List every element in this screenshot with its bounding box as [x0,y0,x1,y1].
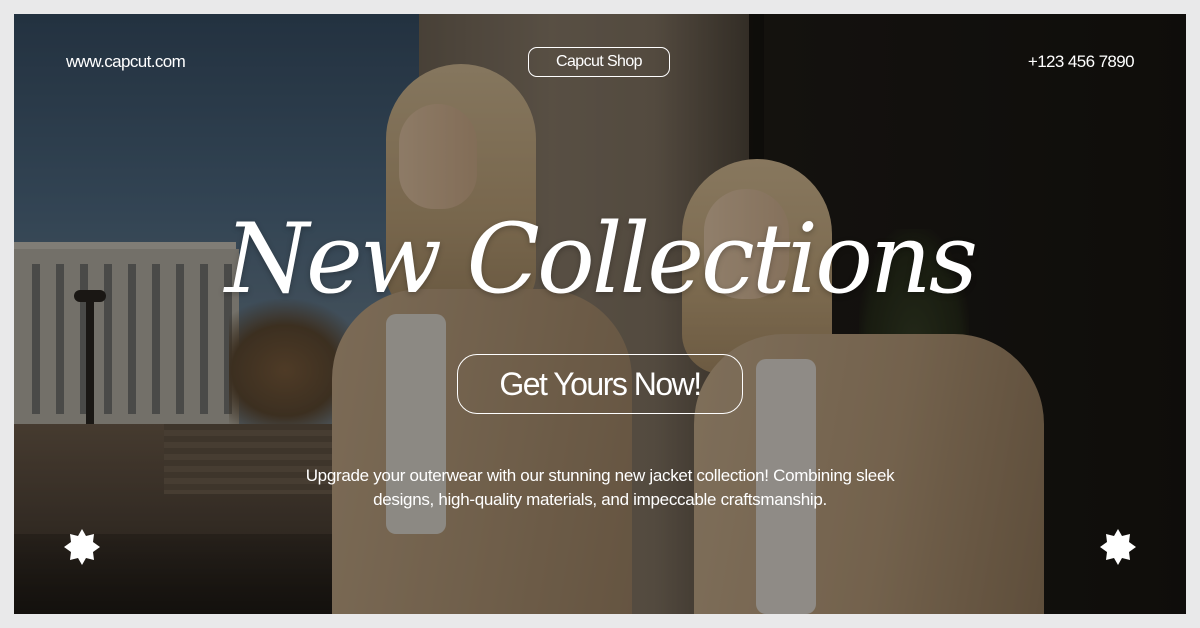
headline: New Collections [225,203,978,315]
shop-name-label: Capcut Shop [556,53,643,70]
description: Upgrade your outerwear with our stunning… [305,466,895,509]
website-link[interactable]: www.capcut.com [66,52,186,72]
starburst-icon [64,529,100,565]
starburst-icon [1100,529,1136,565]
cta-label: Get Yours Now! [499,365,702,402]
shop-name-badge: Capcut Shop [528,47,670,77]
phone-number[interactable]: +123 456 7890 [1028,52,1135,72]
get-yours-now-button[interactable]: Get Yours Now! [457,354,743,414]
banner: www.capcut.com Capcut Shop +123 456 7890… [14,14,1186,614]
